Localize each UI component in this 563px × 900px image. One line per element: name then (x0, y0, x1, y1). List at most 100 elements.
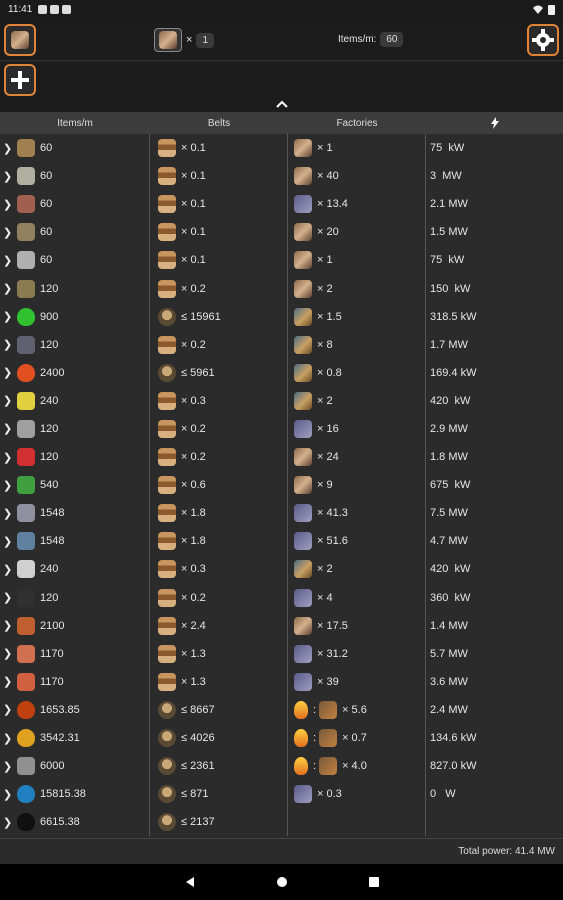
wire-icon (17, 532, 35, 551)
chevron-right-icon[interactable]: ❯ (3, 366, 13, 379)
chevron-right-icon[interactable]: ❯ (3, 732, 13, 745)
chevron-right-icon[interactable]: ❯ (3, 479, 13, 492)
chevron-right-icon[interactable]: ❯ (3, 535, 13, 548)
factories-count: × 9 (317, 479, 333, 492)
factories-count: × 24 (317, 451, 339, 464)
add-item-button[interactable] (4, 64, 36, 96)
lamp-icon (17, 167, 35, 186)
asm-factory-icon (294, 448, 312, 467)
power-cell: 1.5 MW (426, 218, 563, 246)
chevron-right-icon[interactable]: ❯ (3, 591, 13, 604)
coal-icon (17, 588, 35, 607)
table-row[interactable]: ❯ 120 × 0.2 × 4 360 kW (0, 583, 563, 612)
power-value: 675 kW (430, 479, 471, 492)
factory-selector[interactable]: × 1 (154, 28, 214, 52)
chevron-right-icon[interactable]: ❯ (3, 338, 13, 351)
back-icon[interactable] (184, 876, 196, 888)
multiplier-sign: × (186, 34, 193, 46)
table-row[interactable]: ❯ 60 × 0.1 × 20 1.5 MW (0, 218, 563, 247)
table-row[interactable]: ❯ 60 × 0.1 × 40 3 MW (0, 162, 563, 191)
chevron-right-icon[interactable]: ❯ (3, 619, 13, 632)
table-row[interactable]: ❯ 1548 × 1.8 × 41.3 7.5 MW (0, 499, 563, 528)
lightoil-icon (17, 729, 35, 748)
chevron-right-icon[interactable]: ❯ (3, 394, 13, 407)
items-cell: ❯ 6000 (0, 752, 150, 781)
rod-icon (17, 419, 35, 438)
chevron-right-icon[interactable]: ❯ (3, 563, 13, 576)
chevron-right-icon[interactable]: ❯ (3, 422, 13, 435)
items-rate: 60 (40, 142, 53, 155)
belts-cell: × 0.2 (150, 583, 288, 612)
table-row[interactable]: ❯ 1548 × 1.8 × 51.6 4.7 MW (0, 527, 563, 556)
chem-factory-icon (294, 391, 312, 410)
settings-button[interactable] (527, 24, 559, 56)
items-cell: ❯ 120 (0, 443, 150, 472)
target-item-button[interactable] (4, 24, 36, 56)
table-row[interactable]: ❯ 1170 × 1.3 × 39 3.6 MW (0, 667, 563, 696)
factories-cell: × 40 (288, 162, 426, 191)
table-row[interactable]: ❯ 6615.38 ≤ 2137 (0, 808, 563, 837)
chevron-right-icon[interactable]: ❯ (3, 507, 13, 520)
system-icons (533, 4, 555, 15)
table-row[interactable]: ❯ 240 × 0.3 × 2 420 kW (0, 555, 563, 584)
recents-icon[interactable] (368, 876, 380, 888)
belt-icon (158, 167, 176, 186)
chevron-right-icon[interactable]: ❯ (3, 170, 13, 183)
table-row[interactable]: ❯ 240 × 0.3 × 2 420 kW (0, 386, 563, 415)
chevron-right-icon[interactable]: ❯ (3, 254, 13, 267)
table-row[interactable]: ❯ 120 × 0.2 × 8 1.7 MW (0, 330, 563, 359)
belt-icon (158, 644, 176, 663)
table-row[interactable]: ❯ 2400 ≤ 5961 × 0.8 169.4 kW (0, 358, 563, 387)
home-icon[interactable] (276, 876, 288, 888)
rate-input[interactable]: 60 (380, 32, 404, 47)
belts-count: × 0.3 (181, 563, 206, 576)
table-row[interactable]: ❯ 6000 ≤ 2361: × 4.0 827.0 kW (0, 752, 563, 781)
chevron-right-icon[interactable]: ❯ (3, 816, 13, 829)
items-cell: ❯ 1170 (0, 639, 150, 668)
flame-icon (294, 700, 308, 719)
table-row[interactable]: ❯ 60 × 0.1 × 13.4 2.1 MW (0, 190, 563, 219)
chevron-right-icon[interactable]: ❯ (3, 226, 13, 239)
power-value: 2.9 MW (430, 422, 468, 435)
table-row[interactable]: ❯ 15815.38 ≤ 871 × 0.3 0 W (0, 780, 563, 809)
factories-cell: × 39 (288, 667, 426, 696)
chevron-right-icon[interactable]: ❯ (3, 760, 13, 773)
belts-count: ≤ 4026 (181, 732, 215, 745)
items-cell: ❯ 240 (0, 386, 150, 415)
factories-count: × 20 (317, 226, 339, 239)
chevron-right-icon[interactable]: ❯ (3, 198, 13, 211)
chevron-right-icon[interactable]: ❯ (3, 675, 13, 688)
table-row[interactable]: ❯ 60 × 0.1 × 1 75 kW (0, 134, 563, 163)
chevron-right-icon[interactable]: ❯ (3, 647, 13, 660)
chevron-right-icon[interactable]: ❯ (3, 451, 13, 464)
items-rate: 3542.31 (40, 732, 80, 745)
table-row[interactable]: ❯ 1653.85 ≤ 8667: × 5.6 2.4 MW (0, 695, 563, 724)
table-row[interactable]: ❯ 120 × 0.2 × 2 150 kW (0, 274, 563, 303)
collapse-toggle[interactable] (0, 96, 563, 112)
chevron-right-icon[interactable]: ❯ (3, 142, 13, 155)
power-value: 7.5 MW (430, 507, 468, 520)
power-value: 420 kW (430, 394, 471, 407)
chevron-right-icon[interactable]: ❯ (3, 703, 13, 716)
power-value: 318.5 kW (430, 310, 477, 323)
table-row[interactable]: ❯ 120 × 0.2 × 24 1.8 MW (0, 443, 563, 472)
table-row[interactable]: ❯ 120 × 0.2 × 16 2.9 MW (0, 414, 563, 444)
oil-factory-icon (294, 588, 312, 607)
power-value: 3.6 MW (430, 675, 468, 688)
factories-count: × 41.3 (317, 507, 348, 520)
table-row[interactable]: ❯ 3542.31 ≤ 4026: × 0.7 134.6 kW (0, 723, 563, 753)
items-cell: ❯ 120 (0, 274, 150, 303)
chevron-right-icon[interactable]: ❯ (3, 788, 13, 801)
table-row[interactable]: ❯ 2100 × 2.4 × 17.5 1.4 MW (0, 611, 563, 640)
factories-cell: × 13.4 (288, 190, 426, 219)
chevron-right-icon[interactable]: ❯ (3, 282, 13, 295)
table-row[interactable]: ❯ 60 × 0.1 × 1 75 kW (0, 246, 563, 275)
chevron-right-icon[interactable]: ❯ (3, 310, 13, 323)
table-row[interactable]: ❯ 900 ≤ 15961 × 1.5 318.5 kW (0, 302, 563, 331)
belts-cell: ≤ 5961 (150, 358, 288, 387)
factory-count-input[interactable]: 1 (196, 32, 214, 48)
table-row[interactable]: ❯ 1170 × 1.3 × 31.2 5.7 MW (0, 639, 563, 668)
belts-cell: × 0.1 (150, 162, 288, 191)
belts-count: ≤ 15961 (181, 310, 221, 323)
table-row[interactable]: ❯ 540 × 0.6 × 9 675 kW (0, 471, 563, 500)
